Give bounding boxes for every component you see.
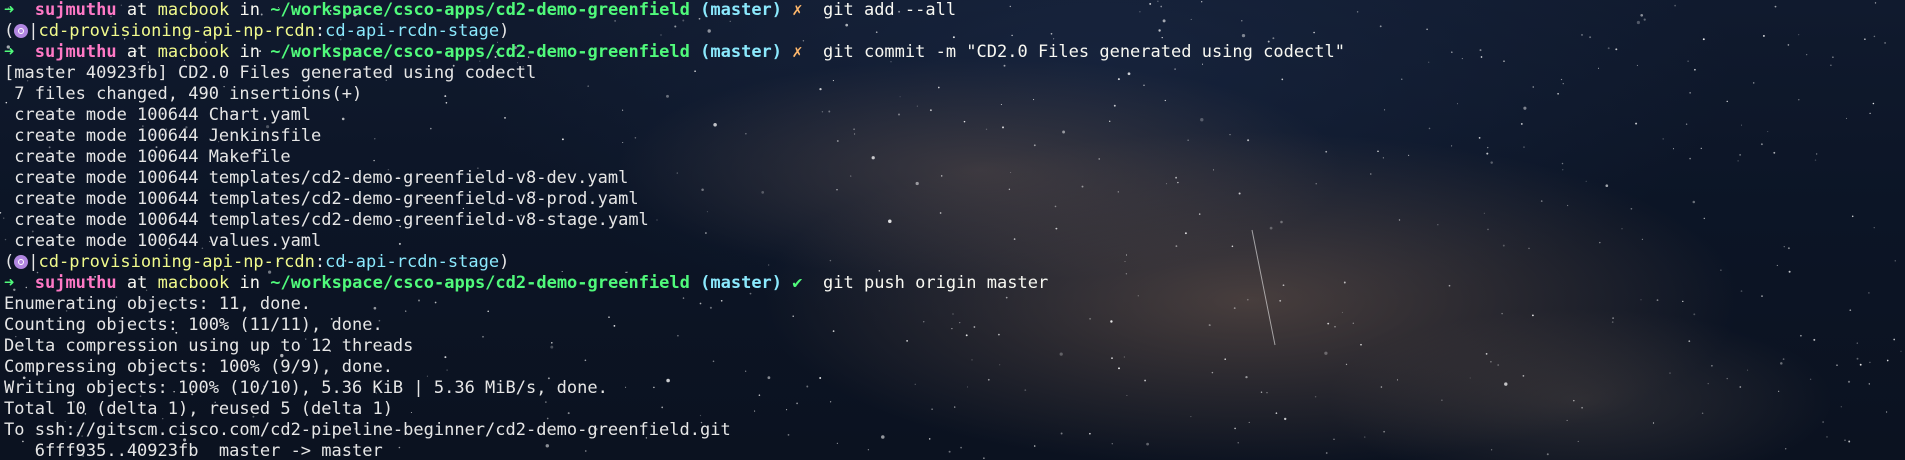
prompt-line: ➜ sujmuthu at macbook in ~/workspace/csc… (4, 42, 1905, 63)
command-text: git commit -m "CD2.0 Files generated usi… (823, 42, 1345, 62)
output-line: Total 10 (delta 1), reused 5 (delta 1) (4, 399, 393, 419)
prompt-in: in (239, 0, 260, 20)
prompt-user: sujmuthu (34, 42, 117, 62)
prompt-in: in (239, 42, 260, 62)
output-line: create mode 100644 templates/cd2-demo-gr… (4, 168, 629, 188)
kubernetes-icon (14, 24, 29, 38)
output-line: Compressing objects: 100% (9/9), done. (4, 357, 393, 377)
output-line: 6fff935..40923fb master -> master (4, 441, 383, 460)
kube-separator: | (28, 21, 39, 41)
output-line: Delta compression using up to 12 threads (4, 336, 414, 356)
prompt-user: sujmuthu (34, 0, 117, 20)
kube-open-paren: ( (4, 252, 15, 272)
prompt-line: ➜ sujmuthu at macbook in ~/workspace/csc… (4, 0, 1905, 21)
prompt-at: at (126, 273, 148, 293)
prompt-branch: (master) (700, 273, 783, 293)
output-line: create mode 100644 Jenkinsfile (4, 126, 322, 146)
prompt-branch: (master) (700, 42, 783, 62)
prompt-host: macbook (157, 42, 230, 62)
prompt-at: at (126, 0, 148, 20)
command-text: git push origin master (823, 273, 1049, 293)
prompt-arrow-icon: ➜ (4, 42, 15, 62)
prompt-host: macbook (157, 273, 230, 293)
kube-namespace: cd-api-rcdn-stage (325, 21, 500, 41)
output-line: create mode 100644 Makefile (4, 147, 291, 167)
kube-namespace: cd-api-rcdn-stage (325, 252, 500, 272)
output-line: create mode 100644 values.yaml (4, 231, 322, 251)
prompt-path: ~/workspace/csco-apps/cd2-demo-greenfiel… (270, 42, 690, 62)
output-line: create mode 100644 templates/cd2-demo-gr… (4, 189, 639, 209)
prompt-arrow-icon: ➜ (4, 273, 15, 293)
dirty-status-icon: ✗ (792, 0, 803, 20)
kube-separator: | (28, 252, 39, 272)
kube-context-line: ( |cd-provisioning-api-np-rcdn:cd-api-rcd… (4, 252, 1905, 273)
output-line: To ssh://gitscm.cisco.com/cd2-pipeline-b… (4, 420, 731, 440)
clean-status-icon: ✔ (792, 273, 803, 293)
output-line: 7 files changed, 490 insertions(+) (4, 84, 363, 104)
output-line: Enumerating objects: 11, done. (4, 294, 312, 314)
kube-context-name: cd-provisioning-api-np-rcdn (38, 252, 315, 272)
terminal-window[interactable]: ➜ sujmuthu at macbook in ~/workspace/csc… (0, 0, 1905, 460)
prompt-arrow-icon: ➜ (4, 0, 15, 20)
prompt-path: ~/workspace/csco-apps/cd2-demo-greenfiel… (270, 273, 690, 293)
terminal-output: ➜ sujmuthu at macbook in ~/workspace/csc… (4, 0, 1905, 460)
kube-colon: : (314, 252, 326, 272)
output-line: Writing objects: 100% (10/10), 5.36 KiB … (4, 378, 608, 398)
output-line: Counting objects: 100% (11/11), done. (4, 315, 383, 335)
output-line: [master 40923fb] CD2.0 Files generated u… (4, 63, 537, 83)
command-text: git add --all (823, 0, 957, 20)
prompt-user: sujmuthu (34, 273, 117, 293)
output-line: create mode 100644 Chart.yaml (4, 105, 312, 125)
kube-open-paren: ( (4, 21, 15, 41)
kubernetes-icon (14, 255, 29, 269)
prompt-line: ➜ sujmuthu at macbook in ~/workspace/csc… (4, 273, 1905, 294)
prompt-host: macbook (157, 0, 230, 20)
prompt-in: in (239, 273, 260, 293)
prompt-at: at (126, 42, 148, 62)
output-line: create mode 100644 templates/cd2-demo-gr… (4, 210, 649, 230)
kube-context-line: ( |cd-provisioning-api-np-rcdn:cd-api-rcd… (4, 21, 1905, 42)
dirty-status-icon: ✗ (792, 42, 803, 62)
prompt-branch: (master) (700, 0, 783, 20)
kube-close-paren: ) (499, 21, 510, 41)
star (0, 211, 2, 214)
prompt-path: ~/workspace/csco-apps/cd2-demo-greenfiel… (270, 0, 690, 20)
kube-context-name: cd-provisioning-api-np-rcdn (38, 21, 315, 41)
kube-close-paren: ) (499, 252, 510, 272)
kube-colon: : (314, 21, 326, 41)
